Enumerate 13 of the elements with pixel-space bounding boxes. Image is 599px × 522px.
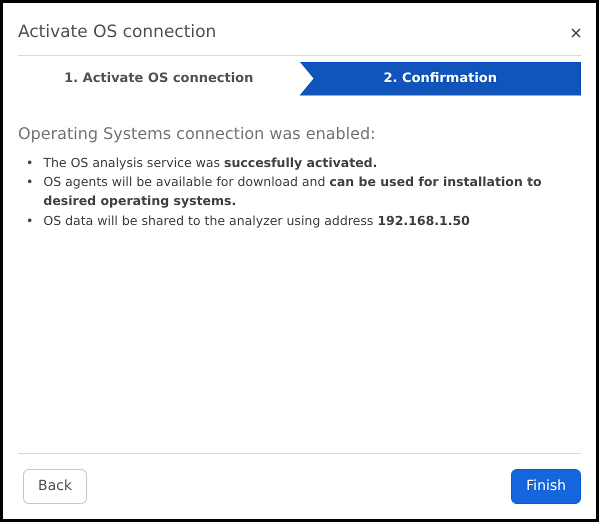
- close-icon[interactable]: [571, 28, 581, 38]
- bullet-text: OS agents will be available for download and can be used for installation to desired operating systems.: [43, 173, 543, 210]
- finish-button[interactable]: Finish: [511, 469, 581, 504]
- bullet-text: OS data will be shared to the analyzer using address 192.168.1.50: [43, 212, 470, 230]
- bullet-marker: •: [26, 154, 34, 172]
- back-button[interactable]: Back: [23, 469, 87, 504]
- bullet-text: The OS analysis service was succesfully activated.: [43, 154, 378, 172]
- wizard-step[interactable]: 2. Confirmation: [300, 62, 581, 96]
- bullet-marker: •: [26, 173, 34, 192]
- bullet-marker: •: [26, 212, 34, 230]
- dialog-title: Activate OS connection: [18, 21, 216, 44]
- confirmation-heading: Operating Systems connection was enabled:: [18, 122, 376, 144]
- wizard-step[interactable]: 1. Activate OS connection: [18, 62, 300, 96]
